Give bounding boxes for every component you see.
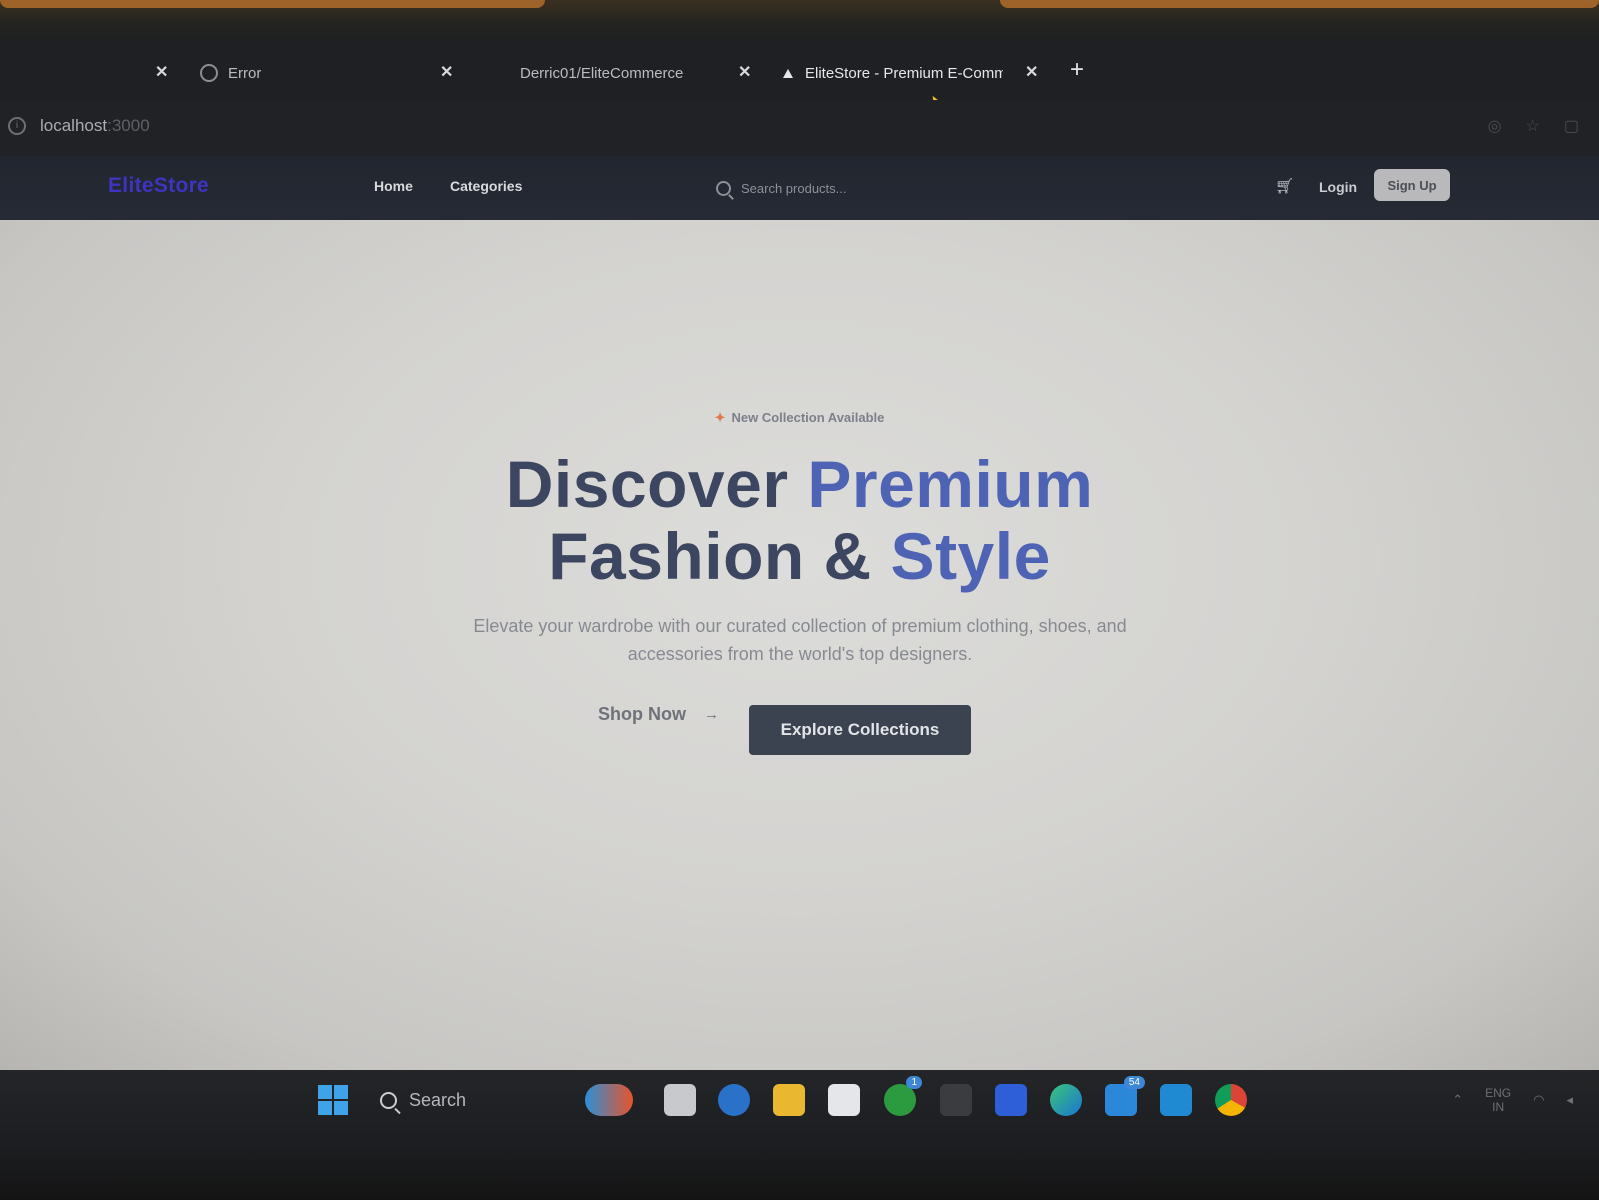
- nav-home[interactable]: Home: [374, 178, 413, 194]
- volume-icon[interactable]: ◂: [1566, 1092, 1573, 1108]
- vscode-icon[interactable]: [1160, 1084, 1192, 1116]
- hero-subtext: Elevate your wardrobe with our curated c…: [473, 616, 1127, 664]
- app-icon[interactable]: [940, 1084, 972, 1116]
- tab-title: Error: [228, 64, 262, 82]
- url-field[interactable]: localhost:3000: [40, 116, 150, 136]
- signup-button[interactable]: Sign Up: [1374, 169, 1450, 201]
- chrome-icon[interactable]: [1215, 1084, 1247, 1116]
- new-tab-button[interactable]: +: [1070, 58, 1084, 82]
- wifi-icon[interactable]: ◠: [1533, 1092, 1544, 1108]
- shop-now-button[interactable]: Shop Now →: [598, 704, 719, 725]
- outlook-icon[interactable]: [718, 1084, 750, 1116]
- tab-elitestore[interactable]: EliteStore - Premium E-Comme: [783, 60, 1008, 86]
- bezel-glow: [1000, 0, 1599, 8]
- tab-title: EliteStore - Premium E-Comme: [805, 64, 1003, 82]
- tab-close-button[interactable]: ✕: [738, 62, 751, 82]
- zoom-icon[interactable]: ◎: [1488, 116, 1502, 136]
- search-icon: [716, 180, 731, 196]
- tab-github-repo[interactable]: Derric01/EliteCommerce: [520, 60, 710, 86]
- address-bar-actions: ◎ ☆ ▢: [1488, 116, 1579, 136]
- language-indicator[interactable]: ENG IN: [1485, 1086, 1511, 1114]
- hero-section: ✦ New Collection Available Discover Premi…: [0, 220, 1599, 1070]
- notification-badge: 1: [906, 1076, 922, 1089]
- tab-close-button[interactable]: ✕: [440, 62, 453, 82]
- site-logo[interactable]: EliteStore: [108, 174, 209, 198]
- search-icon: [380, 1091, 397, 1109]
- task-view-icon[interactable]: [664, 1084, 696, 1116]
- widgets-icon[interactable]: [585, 1084, 633, 1116]
- new-collection-badge: ✦ New Collection Available: [0, 410, 1599, 426]
- explore-collections-button[interactable]: Explore Collections: [749, 705, 971, 755]
- nav-categories[interactable]: Categories: [450, 178, 522, 194]
- tab-title: Derric01/EliteCommerce: [520, 64, 684, 82]
- headline-text: Discover: [505, 447, 808, 521]
- site-header: EliteStore Home Categories Search produc…: [0, 156, 1599, 221]
- globe-icon: [200, 64, 218, 82]
- edge-browser-icon[interactable]: [1050, 1084, 1082, 1116]
- url-port: :3000: [107, 116, 150, 135]
- arrow-right-icon: →: [704, 706, 719, 723]
- taskbar-search-label: Search: [409, 1089, 467, 1110]
- editor-app-icon[interactable]: [995, 1084, 1027, 1116]
- tab-close-button[interactable]: ✕: [155, 62, 168, 82]
- triangle-icon: [783, 68, 793, 78]
- xbox-icon[interactable]: 1: [884, 1076, 922, 1116]
- badge-label: New Collection Available: [731, 410, 885, 425]
- windows-taskbar: Search 1 54 ⌃ ENG IN ◠ ◂: [0, 1070, 1599, 1200]
- taskbar-search[interactable]: Search: [366, 1084, 586, 1116]
- address-bar: i localhost:3000 ◎ ☆ ▢: [0, 100, 1599, 156]
- tab-error[interactable]: Error: [200, 60, 420, 86]
- tab-close-button[interactable]: ✕: [1025, 62, 1038, 82]
- system-tray: ⌃ ENG IN ◠ ◂: [1452, 1086, 1573, 1114]
- url-host: localhost: [40, 116, 108, 135]
- shop-now-label: Shop Now: [598, 704, 686, 724]
- headline-accent: Premium: [807, 447, 1094, 521]
- search-input[interactable]: Search products...: [716, 174, 1016, 202]
- headline-accent: Style: [890, 519, 1051, 593]
- search-placeholder: Search products...: [741, 180, 847, 196]
- microsoft-store-icon[interactable]: [828, 1084, 860, 1116]
- browser-tab-strip: ✕ Error ✕ Derric01/EliteCommerce ✕ Elite…: [0, 40, 1599, 100]
- language-code: ENG: [1485, 1086, 1512, 1100]
- extensions-icon[interactable]: ▢: [1564, 116, 1579, 136]
- file-explorer-icon[interactable]: [773, 1084, 805, 1116]
- bezel-glow: [0, 0, 545, 8]
- chevron-up-icon[interactable]: ⌃: [1452, 1092, 1463, 1108]
- hero-headline: Discover Premium Fashion & Style: [0, 448, 1599, 592]
- sparkle-icon: ✦: [714, 410, 726, 425]
- bookmark-star-icon[interactable]: ☆: [1526, 116, 1540, 136]
- windows-start-icon[interactable]: [318, 1085, 348, 1115]
- headline-text: Fashion &: [548, 519, 891, 593]
- teams-icon[interactable]: 54: [1105, 1076, 1145, 1116]
- login-link[interactable]: Login: [1319, 179, 1357, 195]
- cart-icon[interactable]: 🛒︎: [1275, 177, 1294, 195]
- info-icon[interactable]: i: [8, 117, 26, 135]
- region-code: IN: [1492, 1100, 1505, 1114]
- screen-bezel: [0, 0, 1599, 40]
- notification-badge: 54: [1123, 1076, 1145, 1089]
